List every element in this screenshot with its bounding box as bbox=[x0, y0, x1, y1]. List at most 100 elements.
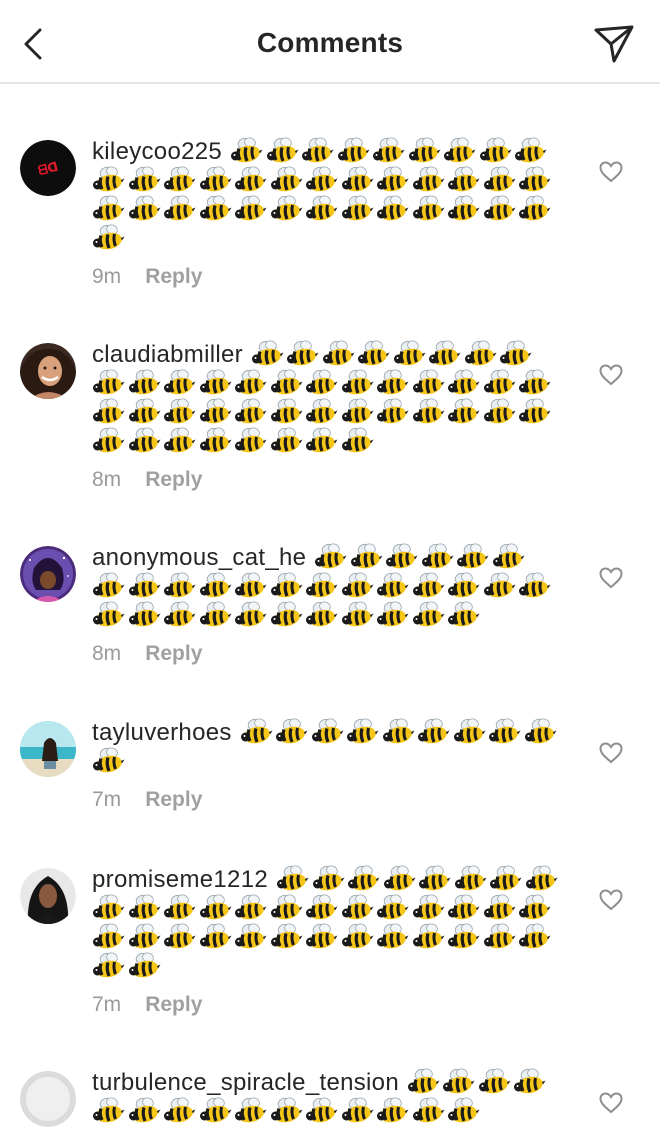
like-heart-icon[interactable] bbox=[598, 741, 624, 765]
comment-username[interactable]: promiseme1212 bbox=[92, 866, 268, 893]
bee-emoji bbox=[163, 601, 196, 628]
bee-emoji bbox=[350, 543, 383, 570]
bee-emoji bbox=[341, 398, 374, 425]
comment-meta: 7m Reply bbox=[92, 788, 562, 812]
comment-username[interactable]: tayluverhoes bbox=[92, 719, 232, 746]
bee-emoji bbox=[341, 923, 374, 950]
bee-emoji bbox=[311, 718, 344, 745]
bee-emoji bbox=[234, 195, 267, 222]
comment-username[interactable]: claudiabmiller bbox=[92, 341, 243, 368]
bee-emoji bbox=[341, 572, 374, 599]
like-heart-icon[interactable] bbox=[598, 888, 624, 912]
bee-emoji bbox=[234, 572, 267, 599]
bee-emoji bbox=[376, 166, 409, 193]
bee-emoji bbox=[383, 865, 416, 892]
bee-emoji bbox=[301, 137, 334, 164]
comment-text: kileycoo225 bbox=[92, 137, 562, 253]
bee-emoji bbox=[305, 427, 338, 454]
reply-button[interactable]: Reply bbox=[145, 265, 202, 288]
bee-emoji bbox=[447, 369, 480, 396]
bee-emoji bbox=[305, 1097, 338, 1124]
bee-emoji bbox=[128, 369, 161, 396]
bee-emoji bbox=[483, 894, 516, 921]
comment-body: tayluverhoes 7m Reply bbox=[92, 718, 562, 812]
avatar-beach[interactable] bbox=[20, 721, 76, 777]
bee-emoji bbox=[453, 718, 486, 745]
bee-emoji bbox=[199, 195, 232, 222]
bee-emoji bbox=[128, 195, 161, 222]
bee-emoji bbox=[447, 894, 480, 921]
avatar-dark-logo[interactable]: ᗺᗡ bbox=[20, 140, 76, 196]
bee-emoji bbox=[270, 195, 303, 222]
top-bar: Comments bbox=[0, 0, 660, 84]
like-heart-icon[interactable] bbox=[598, 363, 624, 387]
bee-emoji bbox=[305, 398, 338, 425]
comment-body: promiseme1212 7m Reply bbox=[92, 865, 562, 1017]
bee-emoji bbox=[447, 601, 480, 628]
bee-emoji bbox=[464, 340, 497, 367]
bee-emoji bbox=[376, 195, 409, 222]
bee-emoji bbox=[240, 718, 273, 745]
reply-button[interactable]: Reply bbox=[145, 788, 202, 811]
bee-emoji bbox=[479, 137, 512, 164]
bee-emoji bbox=[251, 340, 284, 367]
bee-emoji bbox=[483, 923, 516, 950]
bee-emoji bbox=[499, 340, 532, 367]
avatar-default-grey[interactable] bbox=[20, 1071, 76, 1127]
bee-emoji bbox=[524, 718, 557, 745]
bee-emoji bbox=[341, 601, 374, 628]
bee-emoji bbox=[341, 195, 374, 222]
bee-emoji bbox=[341, 369, 374, 396]
reply-button[interactable]: Reply bbox=[145, 468, 202, 491]
reply-button[interactable]: Reply bbox=[145, 993, 202, 1016]
bee-emoji bbox=[128, 166, 161, 193]
bee-emoji bbox=[270, 166, 303, 193]
comment-username[interactable]: anonymous_cat_he bbox=[92, 544, 306, 571]
bee-emoji bbox=[428, 340, 461, 367]
bee-emoji bbox=[163, 195, 196, 222]
bee-emoji bbox=[305, 195, 338, 222]
like-heart-icon[interactable] bbox=[598, 1091, 624, 1115]
bee-emoji bbox=[305, 572, 338, 599]
bee-emoji bbox=[270, 923, 303, 950]
comment-text: claudiabmiller bbox=[92, 340, 562, 456]
bee-emoji bbox=[286, 340, 319, 367]
comment-username[interactable]: kileycoo225 bbox=[92, 138, 222, 165]
bee-emoji bbox=[442, 1068, 475, 1095]
bee-emoji bbox=[270, 572, 303, 599]
bee-emoji bbox=[412, 195, 445, 222]
comment-username[interactable]: turbulence_spiracle_tension bbox=[92, 1069, 399, 1096]
comment-timestamp: 8m bbox=[92, 642, 122, 665]
bee-emoji bbox=[447, 1097, 480, 1124]
bee-emoji bbox=[412, 894, 445, 921]
bee-emoji bbox=[385, 543, 418, 570]
bee-emoji bbox=[483, 572, 516, 599]
direct-message-icon[interactable] bbox=[592, 22, 636, 66]
comment-timestamp: 9m bbox=[92, 265, 122, 288]
bee-emoji bbox=[337, 137, 370, 164]
bee-emoji bbox=[128, 923, 161, 950]
avatar-cartoon-cat[interactable] bbox=[20, 546, 76, 602]
bee-emoji bbox=[128, 1097, 161, 1124]
bee-emoji bbox=[163, 369, 196, 396]
like-heart-icon[interactable] bbox=[598, 160, 624, 184]
like-heart-icon[interactable] bbox=[598, 566, 624, 590]
comment-timestamp: 7m bbox=[92, 788, 122, 811]
bee-emoji bbox=[128, 572, 161, 599]
bee-emoji bbox=[305, 894, 338, 921]
reply-button[interactable]: Reply bbox=[145, 642, 202, 665]
bee-emoji bbox=[234, 1097, 267, 1124]
bee-emoji bbox=[518, 369, 551, 396]
avatar-woman-dark[interactable] bbox=[20, 868, 76, 924]
bee-emoji bbox=[163, 572, 196, 599]
bee-emoji bbox=[447, 923, 480, 950]
bee-emoji bbox=[376, 1097, 409, 1124]
bee-emoji bbox=[518, 572, 551, 599]
comment-timestamp: 7m bbox=[92, 993, 122, 1016]
bee-emoji bbox=[199, 601, 232, 628]
bee-emoji bbox=[393, 340, 426, 367]
bee-emoji bbox=[412, 166, 445, 193]
bee-emoji bbox=[234, 894, 267, 921]
bee-emoji bbox=[376, 572, 409, 599]
avatar-woman-smiling[interactable] bbox=[20, 343, 76, 399]
